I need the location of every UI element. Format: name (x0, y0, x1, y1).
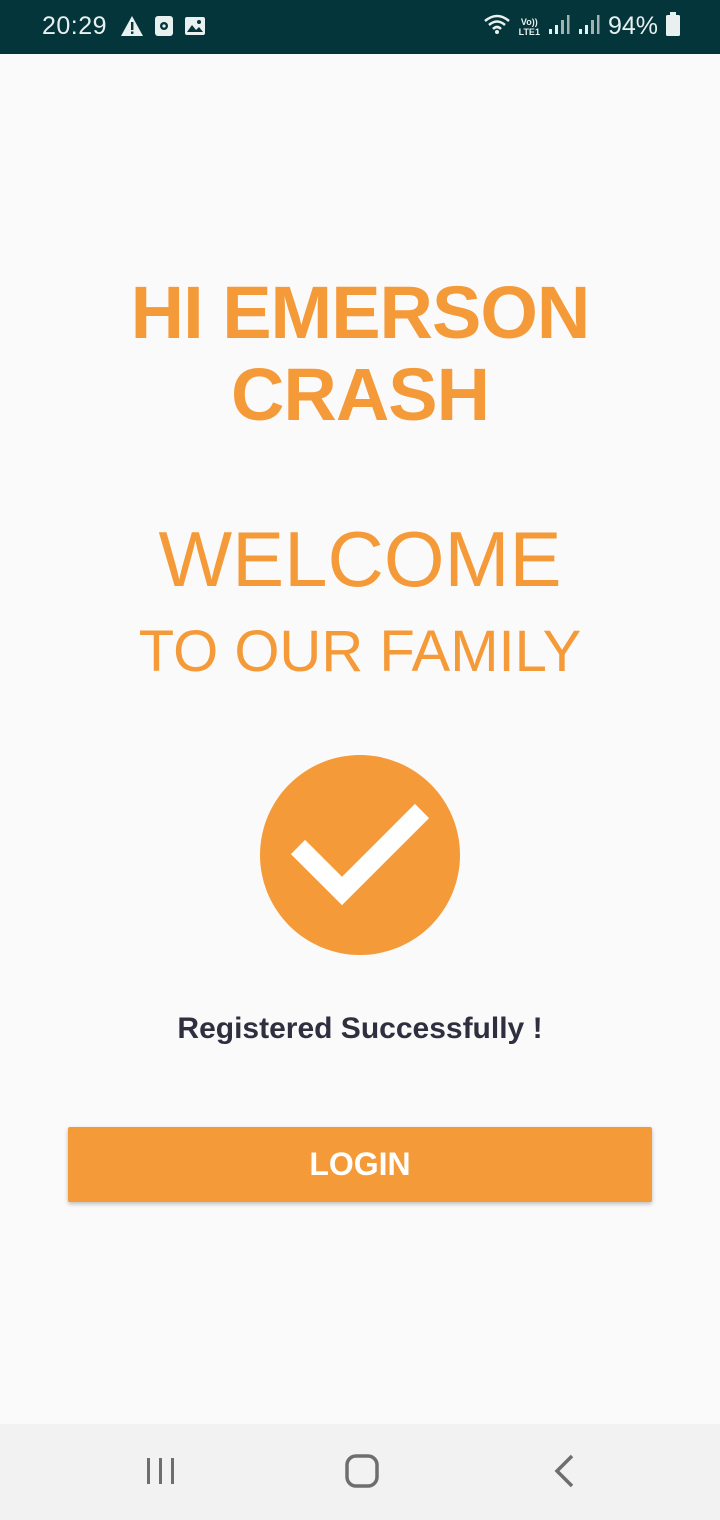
recent-apps-button[interactable] (131, 1448, 191, 1498)
image-icon (184, 16, 206, 41)
signal-icon (578, 13, 600, 40)
success-check-icon (260, 755, 460, 955)
status-bar: 20:29 Vo)) LTE1 94% (0, 0, 720, 54)
back-icon (552, 1454, 576, 1493)
wifi-icon (483, 13, 511, 40)
home-button[interactable] (332, 1448, 392, 1498)
home-icon (344, 1453, 380, 1494)
screen-record-icon (154, 15, 174, 42)
success-message: Registered Successfully ! (177, 1012, 543, 1045)
warning-icon (120, 15, 144, 42)
navigation-bar (0, 1424, 720, 1520)
status-right: Vo)) LTE1 94% (483, 12, 680, 41)
notification-icons (120, 15, 206, 42)
lte-label: LTE1 (518, 26, 540, 37)
login-button[interactable]: LOGIN (68, 1127, 652, 1202)
recent-apps-icon (145, 1456, 177, 1491)
welcome-subtitle: TO OUR FAMILY (138, 619, 582, 684)
signal-icon (548, 13, 570, 40)
battery-percent: 94% (607, 12, 658, 40)
greeting-title: HI EMERSON CRASH (130, 271, 591, 436)
volte-label: Vo)) (520, 16, 538, 27)
status-time: 20:29 (42, 12, 108, 40)
back-button[interactable] (534, 1448, 594, 1498)
volte-indicator: Vo)) LTE1 (519, 17, 540, 37)
main-content: HI EMERSON CRASH WELCOME TO OUR FAMILY R… (0, 54, 720, 1424)
battery-icon (666, 12, 680, 41)
welcome-title: WELCOME (158, 515, 562, 603)
